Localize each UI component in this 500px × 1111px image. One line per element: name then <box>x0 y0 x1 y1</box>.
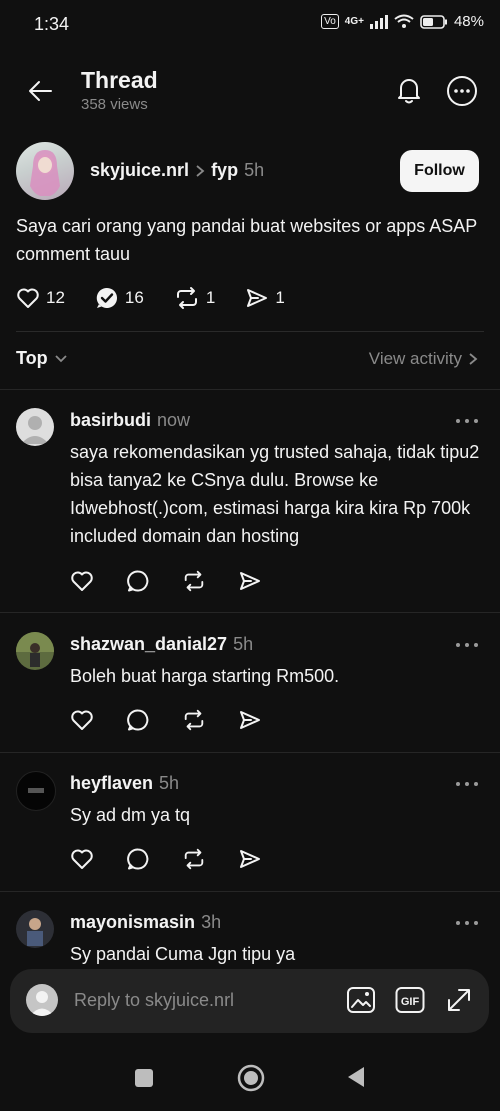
comment-avatar[interactable] <box>16 910 54 948</box>
comment-actions <box>70 708 262 732</box>
image-icon[interactable] <box>346 985 376 1015</box>
reply-bubble-icon <box>95 286 119 310</box>
comment-more-icon[interactable] <box>456 920 478 926</box>
post-time: 5h <box>244 160 265 180</box>
like-count: 12 <box>46 288 65 307</box>
repost-icon[interactable] <box>182 569 206 593</box>
comment-header: mayonismasin 3h <box>70 912 221 933</box>
comment-text: Sy ad dm ya tq <box>70 805 191 825</box>
nav-back-icon[interactable] <box>346 1066 366 1088</box>
reply-bar: Reply to skyjuice.nrl GIF <box>10 969 489 1033</box>
author-avatar[interactable] <box>16 142 74 200</box>
share-send-icon[interactable] <box>238 847 262 871</box>
battery-percent: 48% <box>453 13 484 30</box>
share-action[interactable]: 1 <box>245 287 285 309</box>
status-time: 1:34 <box>34 14 70 34</box>
comment-avatar[interactable] <box>16 632 54 670</box>
recent-apps-icon[interactable] <box>135 1069 153 1087</box>
more-options-icon[interactable] <box>445 74 479 108</box>
comment-text: Sy pandai Cuma Jgn tipu ya <box>70 944 296 964</box>
expand-icon[interactable] <box>444 985 474 1015</box>
divider <box>16 331 484 332</box>
post-text: Saya cari orang yang pandai buat website… <box>16 216 477 264</box>
divider <box>0 612 500 613</box>
comment-text: saya rekomendasikan yg trusted sahaja, t… <box>70 442 480 546</box>
comment-time: 3h <box>201 912 222 932</box>
comment-time: 5h <box>159 773 180 793</box>
view-activity-link[interactable]: View activity <box>369 349 478 369</box>
comment-header: basirbudi now <box>70 410 190 431</box>
battery-icon <box>420 14 448 29</box>
comment-header: heyflaven 5h <box>70 773 179 794</box>
comment-bubble-icon[interactable] <box>126 569 150 593</box>
post-author-line: skyjuice.nrl fyp 5h <box>90 160 264 181</box>
reply-count: 16 <box>124 288 144 307</box>
comment-actions <box>70 847 262 871</box>
signal-icon <box>369 14 388 29</box>
reply-action[interactable]: 16 <box>95 286 144 310</box>
gif-icon[interactable]: GIF <box>395 985 425 1015</box>
comment-bubble-icon[interactable] <box>126 847 150 871</box>
divider <box>0 752 500 753</box>
comment-text: Boleh buat harga starting Rm500. <box>70 666 340 686</box>
wifi-icon <box>394 14 414 29</box>
heart-icon[interactable] <box>70 847 94 871</box>
notification-bell-icon[interactable] <box>393 74 425 106</box>
comment-time: now <box>157 410 191 430</box>
comment-username[interactable]: basirbudi <box>70 410 151 431</box>
repost-icon[interactable] <box>182 708 206 732</box>
follow-button[interactable]: Follow <box>400 150 479 192</box>
repost-icon <box>174 286 200 310</box>
repost-icon[interactable] <box>182 847 206 871</box>
share-send-icon[interactable] <box>238 708 262 732</box>
home-icon[interactable] <box>237 1064 265 1092</box>
status-icons: Vo 4G+ 48% <box>321 13 484 30</box>
divider <box>0 389 500 390</box>
like-action[interactable]: 12 <box>16 287 65 309</box>
chevron-right-icon <box>195 164 205 178</box>
user-avatar <box>26 984 58 1016</box>
repost-action[interactable]: 1 <box>174 286 215 310</box>
svg-text:GIF: GIF <box>401 996 420 1008</box>
comment-avatar[interactable] <box>16 408 54 446</box>
comment-username[interactable]: heyflaven <box>70 773 153 794</box>
back-arrow-icon[interactable] <box>26 76 56 106</box>
heart-icon <box>16 287 40 309</box>
comment-avatar[interactable] <box>16 771 56 811</box>
comment-more-icon[interactable] <box>456 642 478 648</box>
comment-username[interactable]: shazwan_danial27 <box>70 634 227 655</box>
heart-icon[interactable] <box>70 569 94 593</box>
comment-bubble-icon[interactable] <box>126 708 150 732</box>
share-send-icon[interactable] <box>238 569 262 593</box>
chevron-down-icon <box>54 354 68 364</box>
volte-icon: Vo <box>321 14 339 29</box>
page-title: Thread <box>81 67 158 93</box>
share-send-icon <box>245 287 269 309</box>
comment-username[interactable]: mayonismasin <box>70 912 195 933</box>
sort-label: Top <box>16 348 48 368</box>
view-count: 358 views <box>81 96 148 113</box>
share-count: 1 <box>275 288 285 307</box>
view-activity-label: View activity <box>368 349 462 368</box>
chevron-right-icon <box>468 352 478 366</box>
comment-more-icon[interactable] <box>456 418 478 424</box>
topic-tag[interactable]: fyp <box>211 160 238 181</box>
repost-count: 1 <box>205 288 216 307</box>
post-actions: 12 16 1 1 <box>16 286 315 310</box>
reply-input[interactable]: Reply to skyjuice.nrl <box>74 990 234 1011</box>
sort-dropdown[interactable]: Top <box>16 348 68 369</box>
divider <box>0 891 500 892</box>
network-label: 4G+ <box>344 16 364 27</box>
comment-actions <box>70 569 262 593</box>
comment-more-icon[interactable] <box>456 781 478 787</box>
comment-header: shazwan_danial27 5h <box>70 634 253 655</box>
heart-icon[interactable] <box>70 708 94 732</box>
author-username[interactable]: skyjuice.nrl <box>90 160 189 181</box>
comment-time: 5h <box>233 634 254 654</box>
